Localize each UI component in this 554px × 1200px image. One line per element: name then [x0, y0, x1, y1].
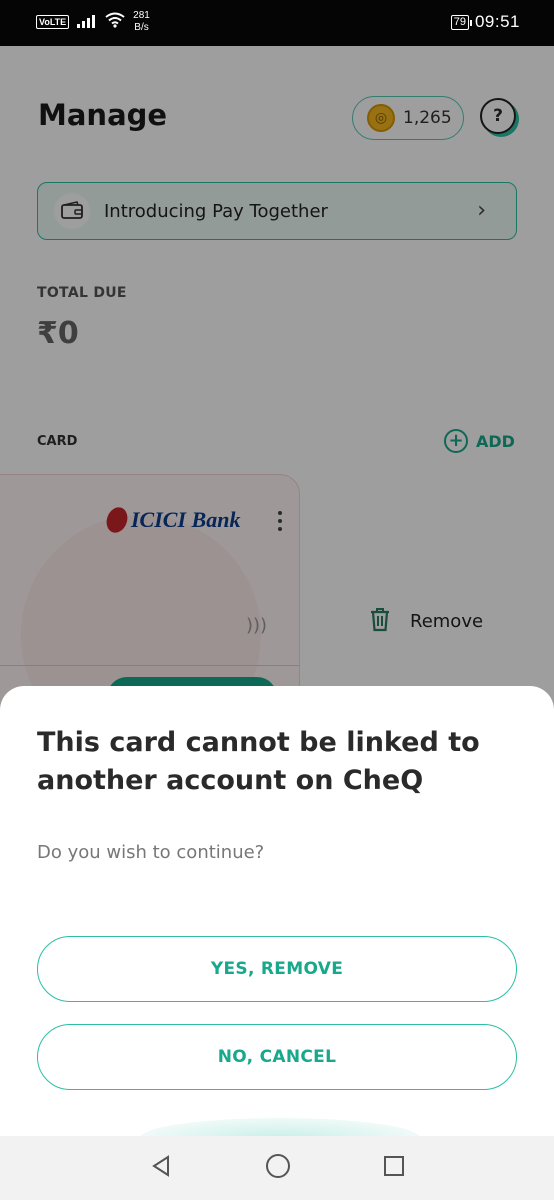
- network-speed: 281 B/s: [133, 10, 150, 34]
- dialog-subtitle: Do you wish to continue?: [37, 842, 265, 863]
- clock: 09:51: [474, 12, 520, 31]
- status-left: VoLTE 281 B/s: [36, 10, 150, 34]
- status-bar: VoLTE 281 B/s 79 09:51: [0, 0, 554, 46]
- dialog-title: This card cannot be linked to another ac…: [37, 727, 480, 796]
- wifi-icon: [105, 12, 125, 32]
- system-nav-bar: [0, 1136, 554, 1200]
- no-cancel-button[interactable]: NO, CANCEL: [37, 1024, 517, 1090]
- recents-icon[interactable]: [383, 1155, 405, 1181]
- yes-remove-button[interactable]: YES, REMOVE: [37, 936, 517, 1002]
- volte-indicator: VoLTE: [36, 15, 70, 29]
- signal-icon: [77, 13, 97, 32]
- network-speed-unit: B/s: [134, 22, 149, 33]
- status-right: 79 09:51: [450, 12, 520, 32]
- network-speed-value: 281: [133, 10, 150, 21]
- home-icon[interactable]: [265, 1153, 291, 1183]
- battery-icon: 79: [450, 14, 473, 30]
- back-icon[interactable]: [149, 1154, 173, 1182]
